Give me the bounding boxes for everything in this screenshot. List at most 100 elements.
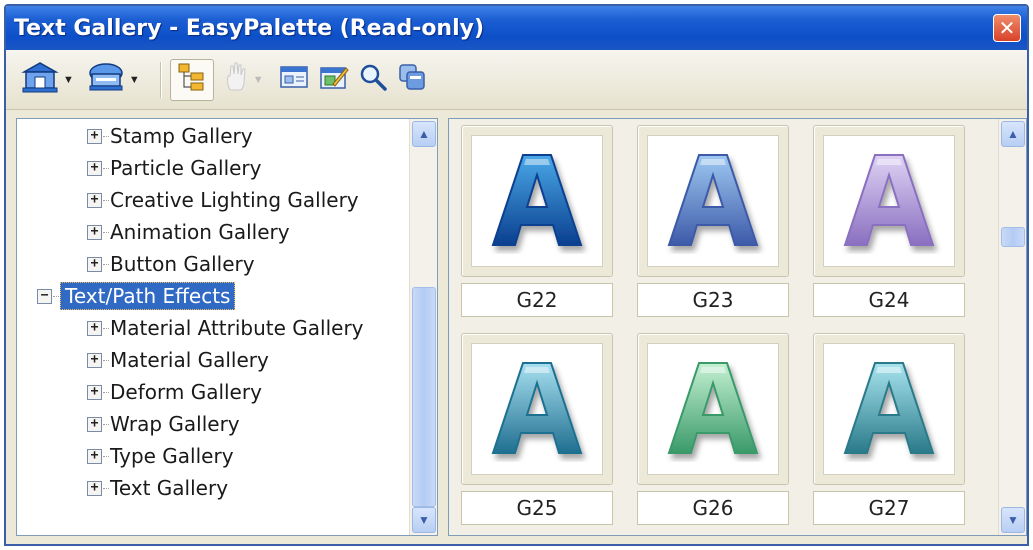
letter-a-preview-icon — [843, 362, 935, 454]
tree-connector — [103, 392, 109, 393]
tree-item[interactable]: + Material Gallery — [87, 345, 269, 375]
letter-a-preview-icon — [843, 154, 935, 246]
expand-icon[interactable]: + — [87, 192, 102, 208]
thumbnail-preview — [471, 135, 603, 267]
tree-connector — [103, 136, 109, 137]
duplicate-button[interactable] — [394, 59, 430, 101]
tree-item[interactable]: + Stamp Gallery — [87, 121, 253, 151]
expand-icon[interactable]: + — [87, 416, 102, 432]
home-gallery-button[interactable]: ▼ — [20, 59, 82, 101]
tree-view-button[interactable] — [169, 58, 214, 101]
expand-icon[interactable]: + — [87, 480, 102, 496]
expand-icon[interactable]: + — [87, 256, 102, 272]
tree-item-label: Deform Gallery — [110, 380, 262, 404]
tree-connector — [103, 168, 109, 169]
letter-a-preview-icon — [491, 362, 583, 454]
letter-a-preview-icon — [667, 154, 759, 246]
tree-scroll-down-button[interactable]: ▼ — [412, 507, 436, 533]
tree-item[interactable]: + Creative Lighting Gallery — [87, 185, 359, 215]
window-title: Text Gallery - EasyPalette (Read-only) — [14, 15, 485, 41]
tree-item-label: Stamp Gallery — [110, 124, 253, 148]
thumbnail-preview — [823, 135, 955, 267]
object-gallery-button[interactable]: ▼ — [86, 59, 148, 101]
thumbnail-preview — [471, 343, 603, 475]
letter-a-preview-icon — [667, 362, 759, 454]
gallery-panel: G22 G23 G24 G25 G26 G27 ▲ ▼ — [448, 118, 1027, 536]
duplicate-icon — [397, 62, 427, 97]
collapse-icon[interactable]: − — [37, 288, 52, 304]
thumbnail-preview — [823, 343, 955, 475]
tree-item-label: Particle Gallery — [110, 156, 262, 180]
tree-item-label: Text/Path Effects — [60, 282, 236, 310]
tree-item-label: Animation Gallery — [110, 220, 290, 244]
tree-connector — [53, 296, 59, 297]
gallery-item-label: G26 — [637, 491, 789, 525]
chevron-down-icon: ▼ — [1007, 513, 1019, 527]
tree-scrollbar[interactable]: ▲ ▼ — [409, 119, 437, 535]
tree-scroll-thumb[interactable] — [412, 287, 436, 507]
object-gallery-dropdown-icon[interactable]: ▼ — [129, 74, 140, 86]
title-bar[interactable]: Text Gallery - EasyPalette (Read-only) ✕ — [6, 6, 1027, 50]
tree-item[interactable]: + Deform Gallery — [87, 377, 262, 407]
gallery-scrollbar[interactable]: ▲ ▼ — [998, 119, 1026, 535]
gallery-thumbnail[interactable] — [461, 125, 613, 277]
home-gallery-icon — [20, 60, 60, 99]
expand-icon[interactable]: + — [87, 384, 102, 400]
hand-button[interactable]: ▼ — [224, 59, 272, 101]
properties-button[interactable] — [276, 59, 312, 101]
tree-connector — [103, 232, 109, 233]
gallery-item-label: G27 — [813, 491, 965, 525]
expand-icon[interactable]: + — [87, 352, 102, 368]
gallery-scroll-up-button[interactable]: ▲ — [1001, 121, 1025, 147]
expand-icon[interactable]: + — [87, 448, 102, 464]
expand-icon[interactable]: + — [87, 224, 102, 240]
gallery-item-label: G22 — [461, 283, 613, 317]
close-icon: ✕ — [998, 16, 1016, 40]
search-button[interactable] — [356, 59, 390, 101]
tree-item-label: Text Gallery — [110, 476, 229, 500]
tree-connector — [103, 424, 109, 425]
tree-item[interactable]: + Material Attribute Gallery — [87, 313, 364, 343]
gallery-thumbnail[interactable] — [813, 333, 965, 485]
tree-connector — [103, 264, 109, 265]
tree-item-label: Material Gallery — [110, 348, 269, 372]
gallery-item-label: G25 — [461, 491, 613, 525]
gallery-scroll-thumb[interactable] — [1001, 227, 1025, 247]
chevron-up-icon: ▲ — [1007, 127, 1019, 141]
gallery-thumbnail[interactable] — [461, 333, 613, 485]
gallery-thumbnail[interactable] — [637, 333, 789, 485]
tree-item[interactable]: + Animation Gallery — [87, 217, 290, 247]
tree-panel: + Stamp Gallery + Particle Gallery + Creative… — [16, 118, 438, 536]
expand-icon[interactable]: + — [87, 128, 102, 144]
tree-connector — [103, 200, 109, 201]
tree-item[interactable]: + Wrap Gallery — [87, 409, 240, 439]
tree-connector — [103, 488, 109, 489]
hand-dropdown-icon[interactable]: ▼ — [253, 74, 264, 86]
tree-connector — [103, 328, 109, 329]
tree-item-label: Wrap Gallery — [110, 412, 240, 436]
close-button[interactable]: ✕ — [993, 14, 1021, 42]
gallery-item-label: G23 — [637, 283, 789, 317]
tree-item[interactable]: − Text/Path Effects — [37, 281, 236, 311]
search-icon — [358, 62, 388, 97]
expand-icon[interactable]: + — [87, 320, 102, 336]
tree-item-label: Material Attribute Gallery — [110, 316, 364, 340]
object-gallery-icon — [86, 60, 126, 99]
tree-item[interactable]: + Button Gallery — [87, 249, 255, 279]
gallery-item-label: G24 — [813, 283, 965, 317]
hand-icon — [224, 60, 250, 99]
tree-view-icon — [176, 61, 208, 98]
gallery-thumbnail[interactable] — [637, 125, 789, 277]
home-gallery-dropdown-icon[interactable]: ▼ — [63, 74, 74, 86]
expand-icon[interactable]: + — [87, 160, 102, 176]
tree-item[interactable]: + Particle Gallery — [87, 153, 261, 183]
tree-item-label: Type Gallery — [110, 444, 234, 468]
tree-scroll-up-button[interactable]: ▲ — [412, 121, 436, 147]
edit-button[interactable] — [316, 59, 352, 101]
chevron-up-icon: ▲ — [418, 127, 430, 141]
properties-icon — [279, 63, 309, 96]
gallery-scroll-down-button[interactable]: ▼ — [1001, 507, 1025, 533]
gallery-thumbnail[interactable] — [813, 125, 965, 277]
toolbar-separator — [159, 61, 162, 98]
gallery-tree: + Stamp Gallery + Particle Gallery + Creative… — [17, 119, 409, 535]
